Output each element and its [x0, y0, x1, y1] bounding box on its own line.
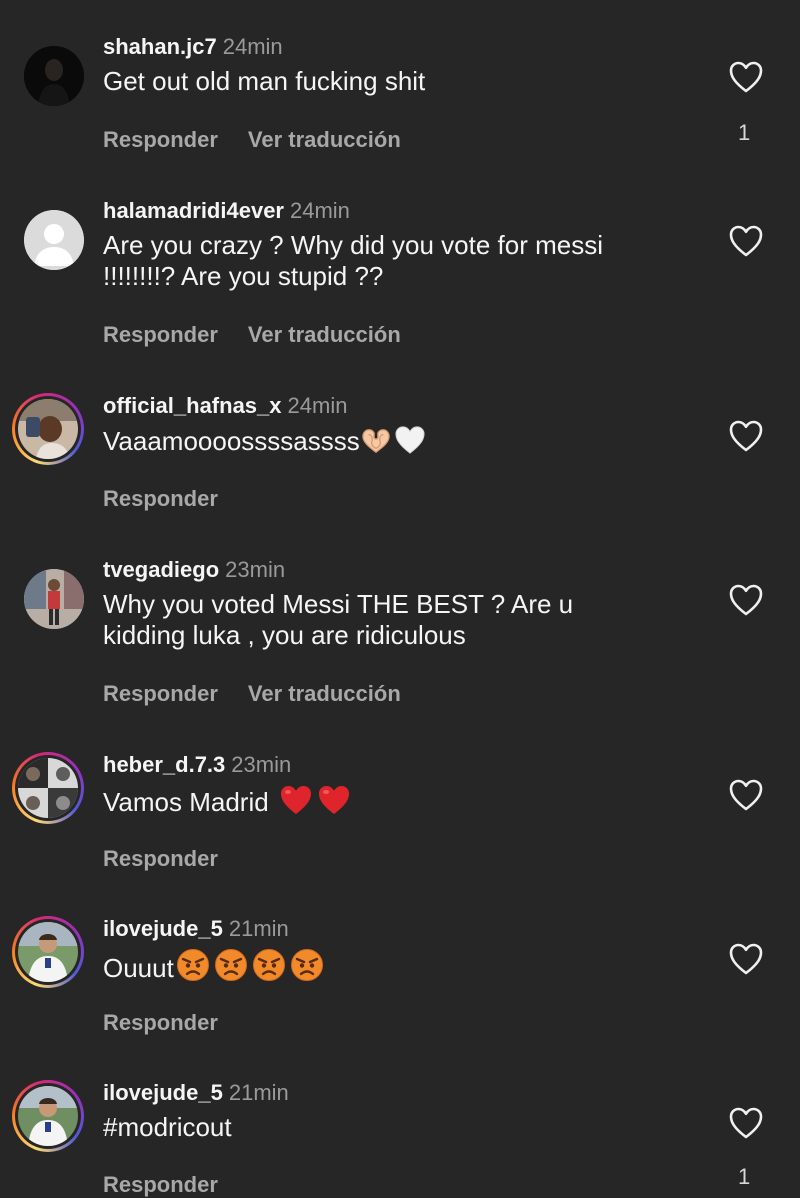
- username[interactable]: shahan.jc7: [103, 34, 217, 59]
- avatar-with-story-ring[interactable]: [12, 1080, 84, 1152]
- white-heart-emoji: [394, 425, 426, 455]
- avatar[interactable]: [24, 46, 84, 106]
- heart-outline-icon[interactable]: [728, 419, 764, 453]
- heart-outline-icon[interactable]: [728, 778, 764, 812]
- avatar[interactable]: [24, 569, 84, 629]
- username[interactable]: heber_d.7.3: [103, 752, 225, 777]
- heart-outline-icon[interactable]: [728, 583, 764, 617]
- comment-header: ilovejude_5 21min: [103, 916, 289, 942]
- comment-text: Vaaamoooossssassss: [103, 425, 623, 457]
- comment-text: Why you voted Messi THE BEST ? Are u kid…: [103, 589, 574, 650]
- username[interactable]: tvegadiego: [103, 557, 219, 582]
- reply-button[interactable]: Responder: [103, 127, 218, 152]
- username[interactable]: ilovejude_5: [103, 916, 223, 941]
- comment-actions: Responder Ver traducción: [103, 127, 401, 153]
- avatar-with-story-ring[interactable]: [12, 916, 84, 988]
- username[interactable]: official_hafnas_x: [103, 393, 282, 418]
- comment-header: tvegadiego 23min: [103, 557, 285, 583]
- heart-outline-icon[interactable]: [728, 942, 764, 976]
- comment-text: Ouuut: [103, 948, 623, 984]
- comment-header: heber_d.7.3 23min: [103, 752, 291, 778]
- reply-button[interactable]: Responder: [103, 1010, 218, 1035]
- angry-face-emoji: [252, 948, 286, 982]
- reply-button[interactable]: Responder: [103, 846, 218, 871]
- story-ring-gap: [15, 919, 81, 985]
- comment-text-body: Ouuut: [103, 953, 174, 983]
- comment-text: Are you crazy ? Why did you vote for mes…: [103, 230, 603, 291]
- timestamp: 21min: [228, 916, 289, 941]
- avatar-with-story-ring[interactable]: [12, 393, 84, 465]
- timestamp: 24min: [289, 198, 350, 223]
- comment-actions: Responder: [103, 846, 218, 872]
- reply-button[interactable]: Responder: [103, 1172, 218, 1197]
- avatar-image: [18, 399, 78, 459]
- heart-outline-icon[interactable]: [728, 1106, 764, 1140]
- heart-outline-icon[interactable]: [728, 60, 764, 94]
- avatar-image: [18, 1086, 78, 1146]
- username[interactable]: ilovejude_5: [103, 1080, 223, 1105]
- red-heart-emoji: [279, 784, 313, 816]
- comment-text: Get out old man fucking shit: [103, 66, 426, 96]
- story-ring-gap: [15, 396, 81, 462]
- timestamp: 23min: [225, 557, 286, 582]
- red-heart-emoji: [317, 784, 351, 816]
- avatar-image: [24, 569, 84, 629]
- timestamp: 24min: [222, 34, 283, 59]
- reply-button[interactable]: Responder: [103, 322, 218, 347]
- see-translation-button[interactable]: Ver traducción: [248, 681, 401, 706]
- see-translation-button[interactable]: Ver traducción: [248, 127, 401, 152]
- avatar-image: [18, 922, 78, 982]
- angry-face-emoji: [176, 948, 210, 982]
- avatar-image: [24, 46, 84, 106]
- avatar[interactable]: [24, 210, 84, 270]
- reply-button[interactable]: Responder: [103, 681, 218, 706]
- comment-actions: Responder: [103, 1010, 218, 1036]
- avatar-image: [18, 758, 78, 818]
- like-count[interactable]: 1: [738, 1164, 750, 1190]
- story-ring-gap: [15, 755, 81, 821]
- heart-outline-icon[interactable]: [728, 224, 764, 258]
- comment-header: official_hafnas_x 24min: [103, 393, 347, 419]
- comment-text: #modricout: [103, 1112, 232, 1142]
- timestamp: 21min: [228, 1080, 289, 1105]
- comment-header: ilovejude_5 21min: [103, 1080, 289, 1106]
- comment-text-body: Vaaamoooossssassss: [103, 426, 360, 456]
- comment-actions: Responder: [103, 486, 218, 512]
- comment-actions: Responder Ver traducción: [103, 322, 401, 348]
- username[interactable]: halamadridi4ever: [103, 198, 284, 223]
- comment-header: halamadridi4ever 24min: [103, 198, 350, 224]
- angry-face-emoji: [290, 948, 324, 982]
- angry-face-emoji: [214, 948, 248, 982]
- comment-actions: Responder: [103, 1172, 218, 1198]
- default-avatar-icon: [24, 210, 84, 270]
- timestamp: 24min: [287, 393, 348, 418]
- reply-button[interactable]: Responder: [103, 486, 218, 511]
- comment-actions: Responder Ver traducción: [103, 681, 401, 707]
- heart-hands-emoji: [360, 427, 392, 455]
- story-ring-gap: [15, 1083, 81, 1149]
- timestamp: 23min: [231, 752, 292, 777]
- avatar-with-story-ring[interactable]: [12, 752, 84, 824]
- comment-text: Vamos Madrid: [103, 784, 623, 818]
- comment-header: shahan.jc7 24min: [103, 34, 283, 60]
- see-translation-button[interactable]: Ver traducción: [248, 322, 401, 347]
- comment-text-body: Vamos Madrid: [103, 787, 269, 817]
- like-count[interactable]: 1: [738, 120, 750, 146]
